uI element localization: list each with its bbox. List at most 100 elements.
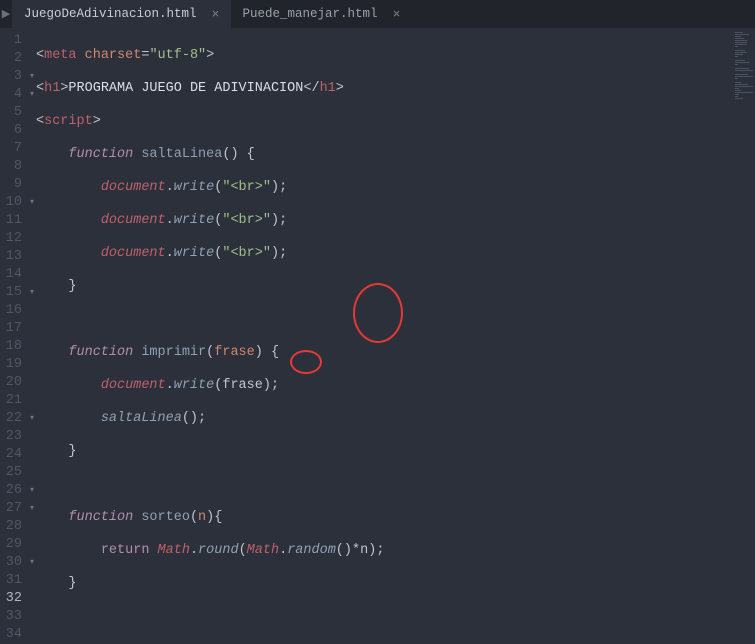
sidebar-toggle-icon[interactable]: ▶ (0, 0, 12, 28)
code-line[interactable]: <h1>PROGRAMA JUEGO DE ADIVINACION</h1> (36, 80, 733, 98)
code-line[interactable]: function imprimir(frase) { (36, 344, 733, 362)
minimap-line (735, 82, 741, 83)
line-number[interactable]: 8 (0, 158, 22, 176)
code-line[interactable] (36, 311, 733, 329)
line-number[interactable]: 31 (0, 572, 22, 590)
code-line[interactable] (36, 608, 733, 626)
line-number[interactable]: 4 (0, 86, 22, 104)
line-number-gutter[interactable]: 1234567891011121314151617181920212223242… (0, 28, 28, 639)
code-line[interactable]: <script> (36, 113, 733, 131)
line-number[interactable]: 14 (0, 266, 22, 284)
minimap-line (735, 62, 750, 63)
line-number[interactable]: 18 (0, 338, 22, 356)
line-number[interactable]: 11 (0, 212, 22, 230)
code-line[interactable] (36, 476, 733, 494)
close-icon[interactable]: × (390, 7, 404, 22)
fold-marker-icon[interactable]: ▾ (28, 197, 36, 207)
minimap-line (735, 56, 738, 57)
minimap-line (735, 60, 745, 61)
line-number[interactable]: 19 (0, 356, 22, 374)
line-number[interactable]: 30 (0, 554, 22, 572)
line-number[interactable]: 28 (0, 518, 22, 536)
minimap-line (735, 42, 747, 43)
line-number[interactable]: 10 (0, 194, 22, 212)
line-number[interactable]: 15 (0, 284, 22, 302)
code-line[interactable]: } (36, 575, 733, 593)
line-number[interactable]: 13 (0, 248, 22, 266)
line-number[interactable]: 22 (0, 410, 22, 428)
minimap-line (735, 40, 747, 41)
line-number[interactable]: 25 (0, 464, 22, 482)
line-number[interactable]: 9 (0, 176, 22, 194)
code-line[interactable]: document.write("<br>"); (36, 212, 733, 230)
minimap-line (735, 76, 753, 77)
tab-puede-manejar[interactable]: Puede_manejar.html × (231, 0, 412, 28)
code-line[interactable]: function saltaLinea() { (36, 146, 733, 164)
minimap-line (735, 32, 743, 33)
minimap-line (735, 96, 738, 97)
code-line[interactable]: } (36, 278, 733, 296)
code-line[interactable]: document.write("<br>"); (36, 245, 733, 263)
tab-label: JuegoDeAdivinacion.html (24, 7, 197, 21)
tab-juego[interactable]: JuegoDeAdivinacion.html × (12, 0, 231, 28)
minimap-line (735, 44, 747, 45)
line-number[interactable]: 1 (0, 32, 22, 50)
line-number[interactable]: 27 (0, 500, 22, 518)
code-line[interactable]: saltaLinea(); (36, 410, 733, 428)
fold-marker-icon[interactable]: ▾ (28, 557, 36, 567)
line-number[interactable]: 26 (0, 482, 22, 500)
line-number[interactable]: 3 (0, 68, 22, 86)
minimap[interactable] (733, 28, 755, 639)
fold-marker-icon[interactable]: ▾ (28, 485, 36, 495)
line-number[interactable]: 33 (0, 608, 22, 626)
minimap-line (735, 46, 738, 47)
line-number[interactable]: 20 (0, 374, 22, 392)
line-number[interactable]: 21 (0, 392, 22, 410)
code-line[interactable]: <meta charset="utf-8"> (36, 47, 733, 65)
tab-bar: ▶ JuegoDeAdivinacion.html × Puede_maneja… (0, 0, 755, 28)
minimap-line (735, 86, 753, 87)
line-number[interactable]: 7 (0, 140, 22, 158)
minimap-line (735, 70, 753, 71)
minimap-line (735, 92, 753, 93)
minimap-line (735, 68, 749, 69)
line-number[interactable]: 2 (0, 50, 22, 68)
minimap-line (735, 84, 748, 85)
code-line[interactable]: document.write(frase); (36, 377, 733, 395)
fold-marker-icon[interactable]: ▾ (28, 503, 36, 513)
code-line[interactable]: document.write("<br>"); (36, 179, 733, 197)
minimap-line (735, 36, 741, 37)
code-line[interactable]: return Math.round(Math.random()*n); (36, 542, 733, 560)
minimap-line (735, 78, 738, 79)
minimap-line (735, 64, 738, 65)
fold-gutter[interactable]: ▾ ▾ ▾ ▾ ▾ ▾ ▾ ▾ (28, 28, 36, 639)
minimap-line (735, 38, 744, 39)
line-number[interactable]: 16 (0, 302, 22, 320)
line-number[interactable]: 29 (0, 536, 22, 554)
code-editor[interactable]: <meta charset="utf-8"> <h1>PROGRAMA JUEG… (36, 28, 733, 639)
minimap-line (735, 74, 748, 75)
minimap-line (735, 88, 739, 89)
minimap-line (735, 54, 743, 55)
fold-marker-icon[interactable]: ▾ (28, 287, 36, 297)
code-line[interactable]: } (36, 443, 733, 461)
minimap-line (735, 90, 741, 91)
minimap-line (735, 34, 749, 35)
close-icon[interactable]: × (209, 7, 223, 22)
minimap-line (735, 98, 743, 99)
line-number[interactable]: 12 (0, 230, 22, 248)
line-number[interactable]: 32 (0, 590, 22, 608)
fold-marker-icon[interactable]: ▾ (28, 89, 36, 99)
line-number[interactable]: 23 (0, 428, 22, 446)
line-number[interactable]: 5 (0, 104, 22, 122)
minimap-line (735, 94, 739, 95)
fold-marker-icon[interactable]: ▾ (28, 413, 36, 423)
line-number[interactable]: 6 (0, 122, 22, 140)
line-number[interactable]: 24 (0, 446, 22, 464)
line-number[interactable]: 34 (0, 626, 22, 644)
line-number[interactable]: 17 (0, 320, 22, 338)
code-line[interactable]: function sorteo(n){ (36, 509, 733, 527)
minimap-line (735, 52, 747, 53)
fold-marker-icon[interactable]: ▾ (28, 71, 36, 81)
tab-label: Puede_manejar.html (243, 7, 378, 21)
